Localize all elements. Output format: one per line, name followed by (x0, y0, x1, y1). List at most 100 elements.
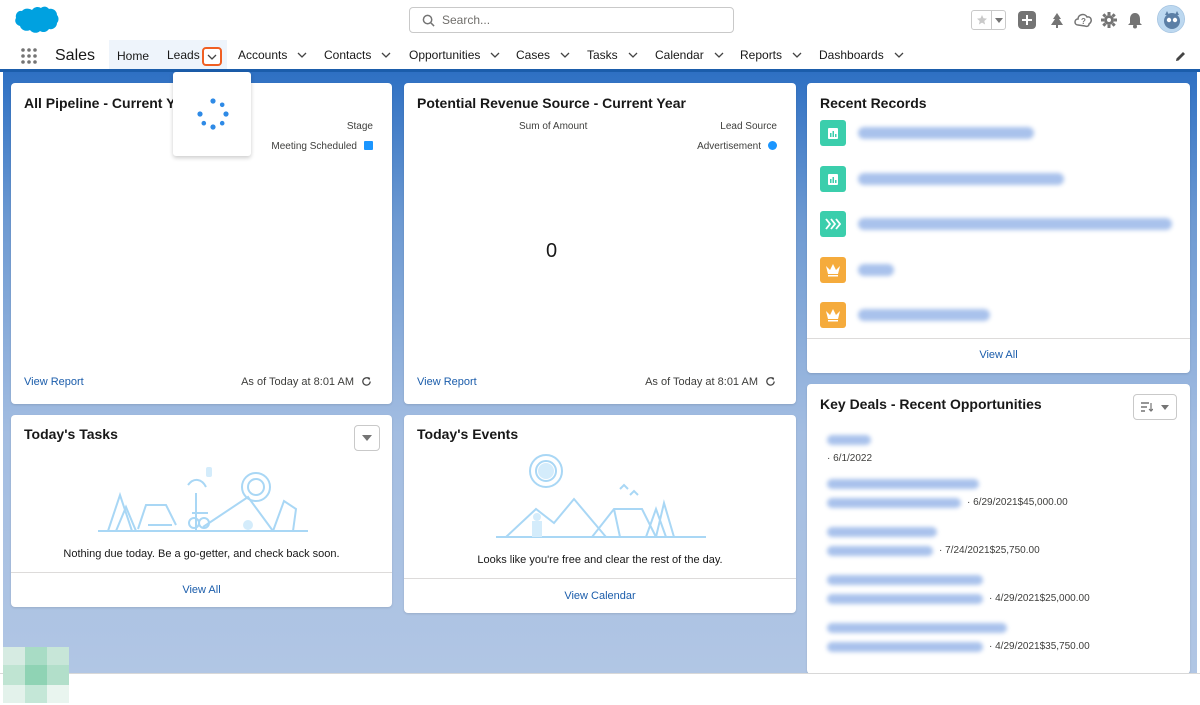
search-input[interactable] (442, 13, 722, 27)
chevron-down-icon[interactable] (894, 50, 904, 60)
nav-item-home[interactable]: Home (109, 40, 157, 69)
deal-meta: · 6/1/2022 (827, 453, 873, 464)
deal-account-redacted[interactable] (827, 593, 983, 604)
gear-icon[interactable] (1099, 10, 1119, 30)
nav-item-tasks[interactable]: Tasks (587, 40, 638, 69)
view-report-link[interactable]: View Report (417, 376, 477, 388)
nav-label: Home (116, 49, 149, 63)
legend-dot (768, 141, 777, 150)
nav-label: Reports (740, 47, 783, 62)
leads-dropdown-menu (173, 72, 251, 156)
record-name-redacted[interactable] (858, 173, 1064, 185)
nav-item-calendar[interactable]: Calendar (655, 40, 724, 69)
favorites-button[interactable] (971, 10, 1006, 30)
chevron-down-icon[interactable] (490, 50, 500, 60)
table-row[interactable]: · 4/29/2021$25,000.00 (827, 575, 1090, 604)
list-item[interactable] (820, 211, 1172, 237)
help-icon[interactable]: ? (1073, 10, 1093, 30)
loading-spinner-icon (197, 98, 229, 130)
app-name: Sales (55, 47, 96, 64)
nav-item-dashboards[interactable]: Dashboards (819, 40, 904, 69)
card-title: All Pipeline - Current Year (24, 95, 196, 111)
table-row[interactable]: · 6/29/2021$45,000.00 (827, 479, 1068, 508)
favorites-dropdown-icon[interactable] (992, 11, 1005, 29)
key-deals-card: Key Deals - Recent Opportunities · 6/1/2… (807, 384, 1190, 674)
chevron-down-icon[interactable] (297, 50, 307, 60)
empty-events-illustration (496, 454, 706, 538)
nav-item-cases[interactable]: Cases (516, 40, 570, 69)
deal-account-redacted[interactable] (827, 497, 961, 508)
deal-meta: · 4/29/2021$35,750.00 (989, 641, 1090, 652)
leads-menu-button[interactable] (202, 47, 222, 66)
deal-meta: · 7/24/2021$25,750.00 (939, 545, 1040, 556)
chevron-down-icon[interactable] (714, 50, 724, 60)
deal-name-redacted[interactable] (827, 527, 937, 537)
list-item[interactable] (820, 302, 990, 328)
deal-account-redacted[interactable] (827, 641, 983, 652)
list-item[interactable] (820, 166, 1064, 192)
dropdown-triangle-icon (362, 435, 372, 441)
empty-tasks-illustration (98, 467, 308, 532)
chevron-down-icon[interactable] (381, 50, 391, 60)
legend-title: Lead Source (720, 121, 777, 132)
deal-name-redacted[interactable] (827, 623, 1007, 633)
legend-title: Stage (346, 121, 373, 132)
view-report-link[interactable]: View Report (24, 376, 84, 388)
trailhead-icon[interactable] (1047, 10, 1067, 30)
tasks-filter-button[interactable] (354, 425, 380, 451)
legend-label: Meeting Scheduled (271, 141, 357, 152)
nav-label: Accounts (238, 47, 288, 62)
account-crown-icon (820, 302, 846, 328)
nav-label: Tasks (587, 47, 618, 62)
timestamp: As of Today at 8:01 AM (241, 376, 354, 388)
refresh-icon[interactable] (361, 376, 372, 387)
edit-nav-icon[interactable] (1174, 50, 1187, 63)
empty-state-text: Looks like you're free and clear the res… (477, 554, 723, 566)
deal-name-redacted[interactable] (827, 479, 979, 489)
view-all-link[interactable]: View All (11, 584, 392, 596)
nav-label: Opportunities (409, 47, 481, 62)
search-icon (422, 14, 435, 27)
global-actions-icon[interactable] (1017, 10, 1037, 30)
svg-text:?: ? (1081, 17, 1086, 26)
deal-name-redacted[interactable] (827, 575, 983, 585)
table-row[interactable]: · 4/29/2021$35,750.00 (827, 623, 1090, 652)
sort-filter-button[interactable] (1133, 394, 1177, 420)
view-calendar-link[interactable]: View Calendar (404, 590, 796, 602)
table-row[interactable]: · 6/1/2022 (827, 435, 872, 464)
divider (11, 572, 392, 573)
record-name-redacted[interactable] (858, 127, 1034, 139)
todays-events-card: Today's Events Looks like you're free an… (404, 415, 796, 613)
card-title: Key Deals - Recent Opportunities (820, 396, 1042, 412)
record-name-redacted[interactable] (858, 218, 1172, 230)
card-title: Potential Revenue Source - Current Year (417, 95, 686, 111)
record-name-redacted[interactable] (858, 309, 990, 321)
bell-icon[interactable] (1125, 10, 1145, 30)
chevron-down-icon[interactable] (792, 50, 802, 60)
nav-item-reports[interactable]: Reports (740, 40, 802, 69)
nav-label: Calendar (655, 47, 704, 62)
refresh-icon[interactable] (765, 376, 776, 387)
star-icon[interactable] (972, 11, 992, 29)
deal-account-redacted[interactable] (827, 545, 933, 556)
user-avatar[interactable] (1157, 5, 1185, 33)
table-row[interactable]: · 7/24/2021$25,750.00 (827, 527, 1040, 556)
deal-name-redacted[interactable] (827, 435, 871, 445)
chevron-down-icon[interactable] (560, 50, 570, 60)
global-search[interactable] (409, 7, 734, 33)
list-item[interactable] (820, 257, 894, 283)
app-launcher-icon[interactable] (20, 47, 38, 65)
legend-square (364, 141, 373, 150)
salesforce-logo[interactable] (12, 5, 60, 37)
nav-label: Contacts (324, 47, 372, 62)
nav-item-contacts[interactable]: Contacts (324, 40, 391, 69)
chevron-down-icon[interactable] (628, 50, 638, 60)
pixelated-thumbnail (3, 647, 69, 703)
record-name-redacted[interactable] (858, 264, 894, 276)
view-all-link[interactable]: View All (807, 349, 1190, 361)
nav-item-accounts[interactable]: Accounts (238, 40, 307, 69)
list-item[interactable] (820, 120, 1034, 146)
opportunity-icon (820, 211, 846, 237)
timestamp: As of Today at 8:01 AM (645, 376, 758, 388)
nav-item-opportunities[interactable]: Opportunities (409, 40, 500, 69)
